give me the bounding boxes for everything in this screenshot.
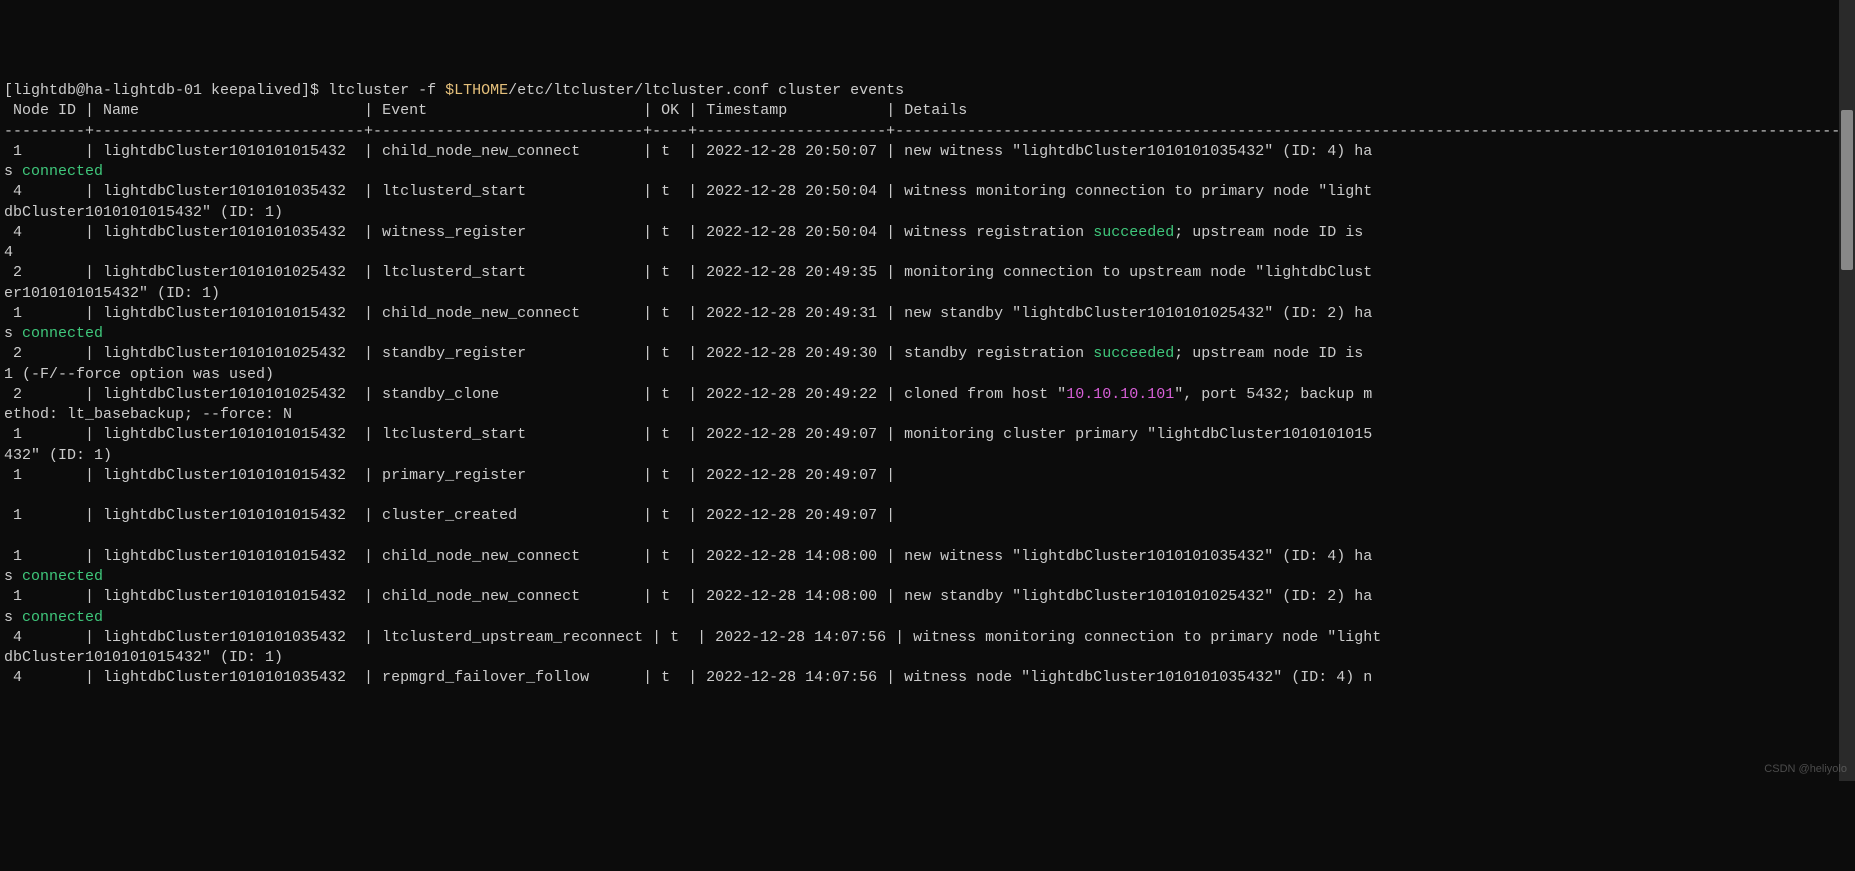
table-row: 4 | lightdbCluster1010101035432 | ltclus… [4, 183, 1372, 200]
table-row-wrap: s connected [4, 609, 103, 626]
table-row: 4 | lightdbCluster1010101035432 | ltclus… [4, 629, 1381, 646]
table-row: 1 | lightdbCluster1010101015432 | child_… [4, 143, 1372, 160]
table-row: 1 | lightdbCluster1010101015432 | child_… [4, 588, 1372, 605]
scrollbar-thumb[interactable] [1841, 110, 1853, 270]
table-row-wrap: s connected [4, 568, 103, 585]
watermark: CSDN @heliyolo [1764, 762, 1847, 777]
table-row-wrap: 432" (ID: 1) [4, 447, 112, 464]
table-row: 1 | lightdbCluster1010101015432 | child_… [4, 305, 1372, 322]
table-row-wrap: s connected [4, 163, 103, 180]
table-row-wrap: dbCluster1010101015432" (ID: 1) [4, 649, 283, 666]
col-node-id: Node ID [4, 102, 85, 119]
col-timestamp: Timestamp [697, 102, 886, 119]
shell-prompt: [lightdb@ha-lightdb-01 keepalived]$ [4, 82, 328, 99]
table-row-wrap: 1 (-F/--force option was used) [4, 366, 274, 383]
table-row: 1 | lightdbCluster1010101015432 | child_… [4, 548, 1372, 565]
table-row: 2 | lightdbCluster1010101025432 | standb… [4, 386, 1372, 403]
table-row: 1 | lightdbCluster1010101015432 | primar… [4, 467, 895, 484]
terminal-output[interactable]: [lightdb@ha-lightdb-01 keepalived]$ ltcl… [0, 81, 1855, 689]
col-event: Event [373, 102, 643, 119]
table-row: 4 | lightdbCluster1010101035432 | repmgr… [4, 669, 1372, 686]
scrollbar-track[interactable] [1839, 0, 1855, 781]
table-row-wrap: ethod: lt_basebackup; --force: N [4, 406, 292, 423]
col-name: Name [94, 102, 364, 119]
table-row: 1 | lightdbCluster1010101015432 | cluste… [4, 507, 895, 524]
command-var: $LTHOME [445, 82, 508, 99]
table-row: 2 | lightdbCluster1010101025432 | ltclus… [4, 264, 1372, 281]
table-row-wrap: er1010101015432" (ID: 1) [4, 285, 220, 302]
command-pre: ltcluster -f [328, 82, 445, 99]
table-row: 2 | lightdbCluster1010101025432 | standb… [4, 345, 1372, 362]
table-row-wrap: s connected [4, 325, 103, 342]
col-details: Details [895, 102, 967, 119]
table-row: 4 | lightdbCluster1010101035432 | witnes… [4, 224, 1372, 241]
command-post: /etc/ltcluster/ltcluster.conf cluster ev… [508, 82, 904, 99]
separator-row: ---------+------------------------------… [4, 123, 1855, 140]
col-ok: OK [652, 102, 688, 119]
table-row: 1 | lightdbCluster1010101015432 | ltclus… [4, 426, 1372, 443]
table-row-wrap: 4 [4, 244, 13, 261]
table-row-wrap: dbCluster1010101015432" (ID: 1) [4, 204, 283, 221]
